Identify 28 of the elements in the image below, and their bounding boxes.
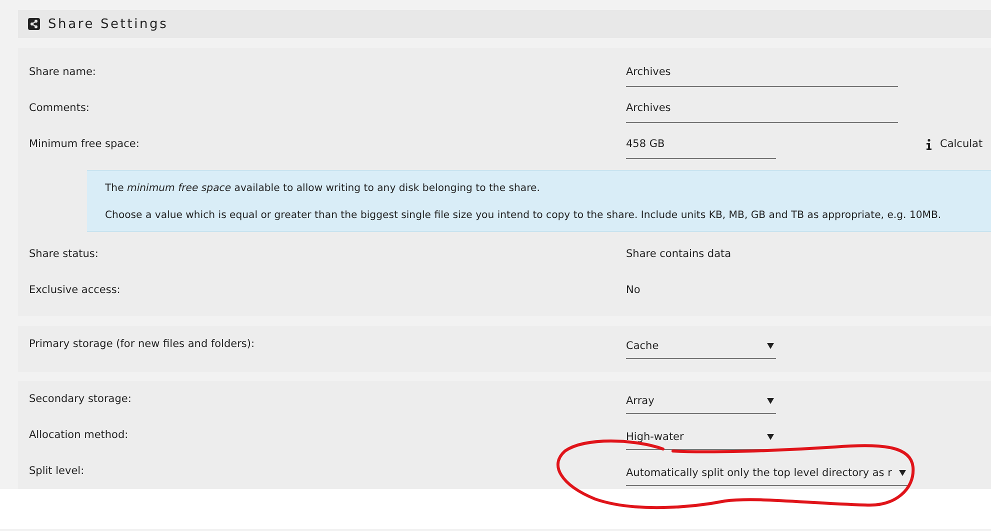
dropdown[interactable]: Array	[626, 388, 776, 414]
field-label: Minimum free space:	[28, 138, 140, 150]
section-title: Share Settings	[48, 16, 168, 32]
caret-icon	[899, 470, 906, 476]
info-text: Choose a value which is equal or greater than the biggest single file size you intend to copy to the share. Include units KB, MB, GB and TB as appropriate, e.g. 10MB.	[105, 209, 942, 223]
dropdown[interactable]: Automatically split only the top level directory as r	[626, 460, 908, 486]
field-label: Exclusive access:	[28, 284, 122, 296]
field-label: Comments:	[28, 102, 90, 114]
field-label: Share status:	[28, 248, 100, 260]
input-field[interactable]: Archives	[626, 61, 898, 87]
field-value: No	[626, 283, 640, 297]
field-label: Split level:	[28, 465, 86, 477]
field-value: Share contains data	[626, 247, 732, 261]
info-icon	[926, 138, 932, 150]
caret-icon	[767, 398, 774, 404]
share-icon	[28, 18, 40, 30]
field-label: Secondary storage:	[28, 393, 132, 405]
field-label: Primary storage (for new files and folders):	[28, 338, 256, 350]
input-field[interactable]: 458 GB	[626, 133, 776, 159]
dropdown[interactable]: High-water	[626, 424, 776, 450]
caret-icon	[767, 434, 774, 440]
field-label: Share name:	[28, 66, 97, 78]
input-field[interactable]: Archives	[626, 97, 898, 123]
dropdown[interactable]: Cache	[626, 333, 776, 359]
calculate-link[interactable]: Calculat	[940, 138, 983, 150]
caret-icon	[767, 342, 774, 348]
field-label: Allocation method:	[28, 429, 130, 441]
info-text: The minimum free space available to allow writing to any disk belonging to the share.	[105, 182, 541, 196]
